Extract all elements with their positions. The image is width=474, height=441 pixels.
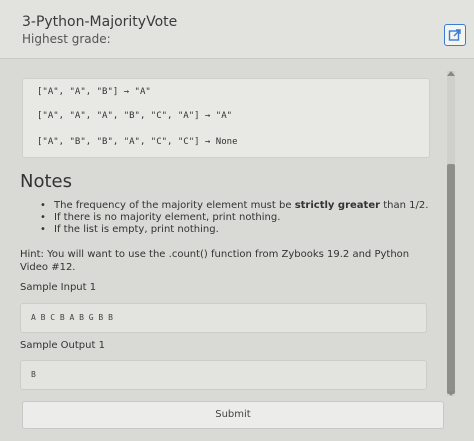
page-title: 3-Python-MajorityVote — [22, 14, 178, 30]
hint-text: Hint: You will want to use the .count() … — [20, 249, 410, 273]
scroll-down-icon[interactable] — [447, 391, 455, 396]
notes-list: The frequency of the majority element mu… — [40, 200, 440, 236]
list-item: The frequency of the majority element mu… — [40, 200, 440, 212]
list-item: If the list is empty, print nothing. — [40, 224, 440, 236]
submit-button[interactable]: Submit — [22, 401, 444, 429]
sample-output-value: B — [31, 370, 36, 379]
sample-input-box: A B C B A B G B B — [20, 303, 427, 333]
notes-heading: Notes — [20, 171, 72, 192]
scrollbar[interactable] — [447, 71, 455, 396]
example-line: ["A", "A", "A", "B", "C", "A"] → "A" — [37, 111, 233, 121]
sample-input-value: A B C B A B G B B — [31, 313, 113, 322]
sample-output-box: B — [20, 360, 427, 390]
sample-input-label: Sample Input 1 — [20, 282, 97, 293]
highest-grade-label: Highest grade: — [22, 32, 111, 46]
problem-content: ["A", "A", "B"] → "A" ["A", "A", "A", "B… — [0, 58, 474, 441]
open-external-button[interactable] — [444, 24, 466, 46]
examples-box: ["A", "A", "B"] → "A" ["A", "A", "A", "B… — [22, 78, 430, 158]
scroll-thumb[interactable] — [447, 164, 455, 394]
example-line: ["A", "A", "B"] → "A" — [37, 87, 151, 97]
example-line: ["A", "B", "B", "A", "C", "C"] → None — [37, 137, 238, 147]
external-link-icon — [448, 29, 461, 41]
sample-output-label: Sample Output 1 — [20, 340, 105, 351]
list-item: If there is no majority element, print n… — [40, 212, 440, 224]
header: 3-Python-MajorityVote Highest grade: — [0, 0, 474, 59]
scroll-up-icon[interactable] — [447, 71, 455, 76]
